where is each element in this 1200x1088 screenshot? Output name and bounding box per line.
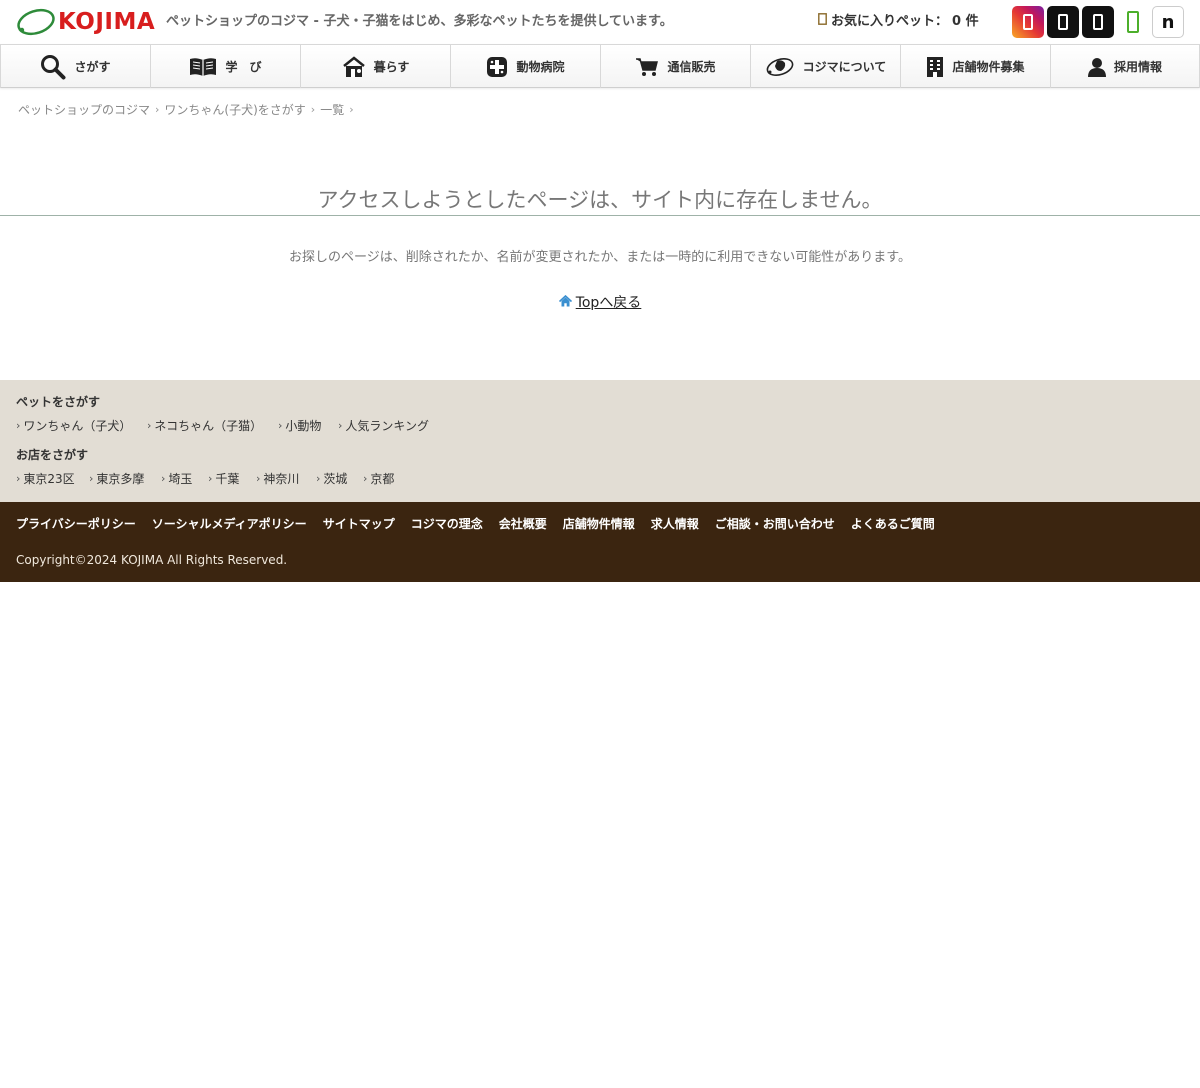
chevron-right-icon: › — [363, 472, 368, 485]
footer-link-company[interactable]: 会社概要 — [499, 516, 547, 532]
kojima-logo-icon — [765, 57, 795, 77]
nav-item-store-property[interactable]: 店舗物件募集 — [900, 45, 1050, 88]
favorites-count: 0 件 — [952, 14, 979, 29]
person-icon — [1087, 57, 1106, 77]
footer-link-jobs[interactable]: 求人情報 — [651, 516, 699, 532]
nav-item-search[interactable]: さがす — [0, 45, 150, 88]
book-icon — [189, 57, 217, 77]
kojima-logo-icon — [17, 8, 55, 36]
back-to-top-link[interactable]: Topへ戻る — [558, 293, 642, 313]
nav-item-label: 動物病院 — [516, 60, 565, 74]
search-icon — [40, 54, 66, 80]
nav-item-about[interactable]: コジマについて — [750, 45, 900, 88]
footer-link-ranking[interactable]: › 人気ランキング — [338, 418, 429, 434]
footer-link-faq[interactable]: よくあるご質問 — [851, 516, 935, 532]
site-header: KOJIMA ペットショップのコジマ - 子犬・子猫をはじめ、多彩なペットたちを… — [0, 0, 1200, 44]
nav-item-mail-order[interactable]: 通信販売 — [600, 45, 750, 88]
nav-item-label: 学 び — [225, 60, 262, 74]
nav-item-label: 通信販売 — [667, 60, 716, 74]
nav-item-learn[interactable]: 学 び — [150, 45, 300, 88]
chevron-right-icon: › — [278, 419, 283, 432]
chevron-right-icon: › — [16, 472, 21, 485]
tiktok-icon[interactable] — [1082, 6, 1114, 38]
footer-link-small-animal[interactable]: › 小動物 — [278, 418, 338, 434]
chevron-right-icon: › — [16, 419, 21, 432]
footer-link-tokyo23[interactable]: › 東京23区 — [16, 471, 89, 487]
global-nav: さがす 学 び 暮らす 動物病院 通信販売 コジマについて 店舗物件募集 採用情… — [0, 44, 1200, 88]
logo-text: KOJIMA — [58, 9, 156, 35]
footer-link-chiba[interactable]: › 千葉 — [208, 471, 256, 487]
footer-link-tokyo-tama[interactable]: › 東京多摩 — [89, 471, 161, 487]
note-icon[interactable]: n — [1152, 6, 1184, 38]
chevron-right-icon: › — [147, 419, 152, 432]
chevron-right-icon: › — [161, 472, 166, 485]
error-description: お探しのページは、削除されたか、名前が変更されたか、または一時的に利用できない可… — [289, 250, 911, 265]
footer-link-ibaraki[interactable]: › 茨城 — [316, 471, 363, 487]
copyright: Copyright©2024 KOJIMA All Rights Reserve… — [16, 553, 288, 567]
breadcrumb-home[interactable]: ペットショップのコジマ — [18, 101, 150, 118]
back-to-top-label: Topへ戻る — [575, 295, 642, 311]
chevron-right-icon: › — [89, 472, 94, 485]
kojima-logo[interactable]: KOJIMA — [16, 8, 155, 36]
title-divider — [0, 215, 1200, 216]
chevron-right-icon: › — [208, 472, 213, 485]
breadcrumb-dog-search[interactable]: ワンちゃん(子犬)をさがす — [164, 101, 305, 118]
nav-item-label: コジマについて — [802, 60, 887, 74]
store-search-links: › 東京23区 › 東京多摩 › 埼玉 › 千葉 › 神奈川 › 茨城 › 京都 — [16, 471, 394, 487]
building-icon — [926, 56, 944, 78]
error-title: アクセスしようとしたページは、サイト内に存在しません。 — [317, 188, 883, 212]
line-icon[interactable] — [1118, 6, 1148, 38]
footer-nav: プライバシーポリシー ソーシャルメディアポリシー サイトマップ コジマの理念 会… — [16, 516, 935, 532]
footer-link-kyoto[interactable]: › 京都 — [363, 471, 394, 487]
chevron-right-icon: › — [349, 103, 354, 116]
chevron-right-icon: › — [338, 419, 343, 432]
footer-link-saitama[interactable]: › 埼玉 — [161, 471, 208, 487]
store-search-heading: お店をさがす — [16, 448, 89, 462]
breadcrumb: ペットショップのコジマ › ワンちゃん(子犬)をさがす › 一覧 › — [18, 101, 359, 118]
cart-icon — [635, 57, 659, 77]
pet-search-heading: ペットをさがす — [16, 395, 101, 409]
chevron-right-icon: › — [256, 472, 261, 485]
instagram-icon[interactable] — [1012, 6, 1044, 38]
nav-item-label: 採用情報 — [1113, 60, 1162, 74]
chevron-right-icon: › — [316, 472, 321, 485]
medical-cross-icon — [486, 56, 508, 78]
footer-link-privacy[interactable]: プライバシーポリシー — [16, 516, 136, 532]
footer-link-contact[interactable]: ご相談・お問い合わせ — [715, 516, 835, 532]
pet-search-links: › ワンちゃん（子犬） › ネコちゃん（子猫） › 小動物 › 人気ランキング — [16, 418, 429, 434]
nav-item-living[interactable]: 暮らす — [300, 45, 450, 88]
chevron-right-icon: › — [155, 103, 160, 116]
footer-link-philosophy[interactable]: コジマの理念 — [411, 516, 483, 532]
heart-icon — [818, 13, 827, 31]
home-icon — [558, 293, 572, 313]
footer-bottom: プライバシーポリシー ソーシャルメディアポリシー サイトマップ コジマの理念 会… — [0, 502, 1200, 582]
back-to-top: Topへ戻る — [0, 293, 1200, 313]
nav-item-label: 暮らす — [373, 60, 410, 74]
footer-link-dog[interactable]: › ワンちゃん（子犬） — [16, 418, 147, 434]
footer-link-sitemap[interactable]: サイトマップ — [323, 516, 395, 532]
house-pet-icon — [342, 55, 366, 78]
nav-item-label: さがす — [74, 60, 111, 74]
x-icon[interactable] — [1047, 6, 1079, 38]
footer-link-kanagawa[interactable]: › 神奈川 — [256, 471, 316, 487]
site-tagline: ペットショップのコジマ - 子犬・子猫をはじめ、多彩なペットたちを提供しています… — [166, 14, 673, 29]
nav-item-label: 店舗物件募集 — [952, 60, 1025, 74]
breadcrumb-list[interactable]: 一覧 — [320, 101, 344, 118]
nav-item-recruit[interactable]: 採用情報 — [1050, 45, 1200, 88]
footer-links: ペットをさがす › ワンちゃん（子犬） › ネコちゃん（子猫） › 小動物 › 人気ラン… — [0, 380, 1200, 502]
chevron-right-icon: › — [310, 103, 316, 116]
nav-item-hospital[interactable]: 動物病院 — [450, 45, 600, 88]
footer-link-social-policy[interactable]: ソーシャルメディアポリシー — [152, 516, 307, 532]
favorites-label: お気に入りペット： — [831, 14, 949, 29]
footer-link-store-info[interactable]: 店舗物件情報 — [563, 516, 635, 532]
footer-link-cat[interactable]: › ネコちゃん（子猫） — [147, 418, 278, 434]
favorites-counter[interactable]: お気に入りペット： 0 件 — [818, 13, 979, 31]
